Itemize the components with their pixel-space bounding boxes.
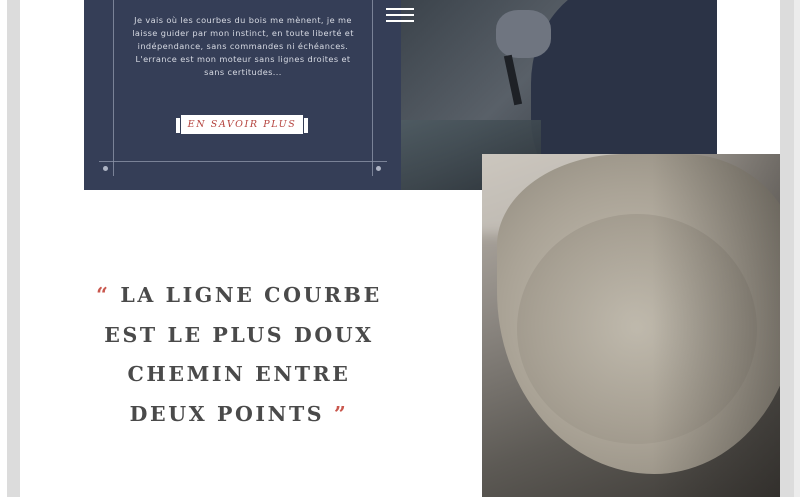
intro-panel: Je vais où les courbes du bois me mènent…	[84, 0, 401, 190]
decor-dot	[103, 166, 108, 171]
pull-quote: “ LA LIGNE COURBE EST LE PLUS DOUX CHEMI…	[84, 276, 394, 434]
right-frame-bar	[780, 0, 794, 497]
quote-line: EST LE PLUS DOUX	[104, 322, 374, 347]
decor-line	[372, 0, 373, 176]
close-quote-mark: ”	[333, 401, 349, 426]
intro-paragraph: Je vais où les courbes du bois me mènent…	[132, 15, 354, 78]
quote-text: DEUX POINTS	[129, 401, 325, 426]
open-quote-mark: “	[96, 283, 111, 307]
photo-hand	[496, 10, 551, 58]
right-frame-edge	[794, 0, 800, 497]
wooden-bowl-photo	[482, 154, 780, 497]
photo-tool	[503, 54, 523, 106]
decor-line	[99, 161, 387, 162]
quote-text: LA LIGNE COURBE	[120, 283, 382, 307]
menu-bar	[386, 14, 414, 16]
hamburger-menu-icon[interactable]	[386, 8, 414, 24]
menu-bar	[386, 8, 414, 10]
decor-dot	[376, 166, 381, 171]
left-frame-bar	[7, 0, 20, 497]
quote-line: DEUX POINTS ”	[84, 395, 394, 435]
menu-bar	[386, 20, 414, 22]
quote-line: “ LA LIGNE COURBE	[84, 276, 394, 316]
learn-more-button[interactable]: EN SAVOIR PLUS	[175, 114, 309, 135]
decor-line	[113, 0, 114, 176]
quote-line: CHEMIN ENTRE	[127, 362, 351, 386]
bowl-shadow	[652, 154, 780, 497]
